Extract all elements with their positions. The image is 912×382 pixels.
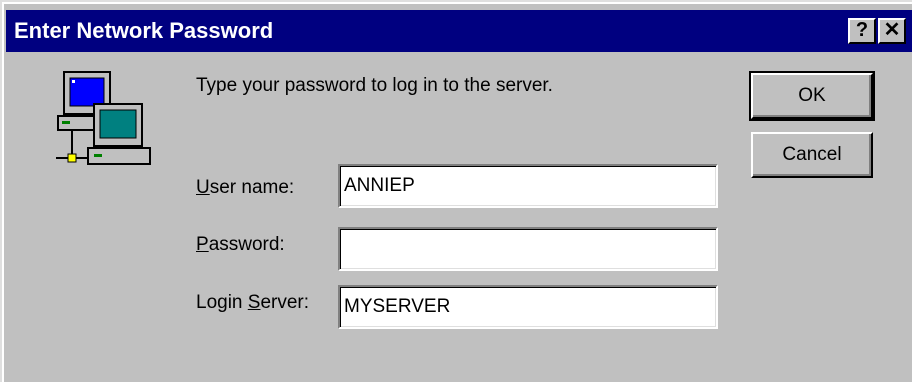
window-title: Enter Network Password <box>14 18 274 43</box>
question-mark-icon: ? <box>855 19 869 41</box>
dialog-window: Enter Network Password ? ✕ Type your pas… <box>0 0 912 382</box>
title-bar[interactable]: Enter Network Password ? ✕ <box>6 10 912 52</box>
help-button[interactable]: ? <box>848 18 876 44</box>
ok-button[interactable]: OK <box>749 71 875 121</box>
password-field[interactable] <box>338 227 718 271</box>
password-label: Password: <box>196 234 285 255</box>
close-button[interactable]: ✕ <box>878 18 906 44</box>
network-computers-icon <box>56 71 151 165</box>
close-icon: ✕ <box>883 19 901 41</box>
login-server-label: Login Server: <box>196 292 310 313</box>
cancel-button[interactable]: Cancel <box>751 132 873 178</box>
login-server-field[interactable] <box>338 285 718 329</box>
user-name-field[interactable] <box>338 164 718 208</box>
prompt-text: Type your password to log in to the serv… <box>196 75 553 96</box>
user-name-label: User name: <box>196 177 295 198</box>
